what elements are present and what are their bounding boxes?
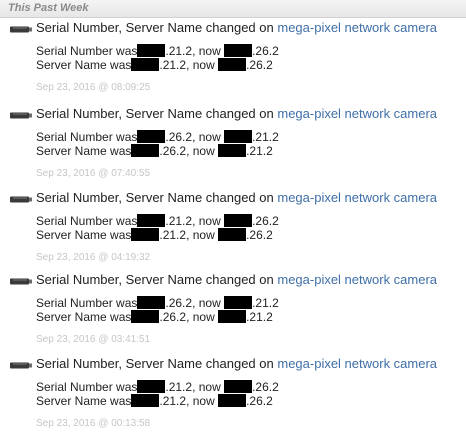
redaction-block bbox=[137, 380, 166, 393]
event-timestamp: Sep 23, 2016 @ 03:41:51 bbox=[36, 334, 151, 345]
event-item: Serial Number, Server Name changed on me… bbox=[0, 356, 466, 442]
redaction-block bbox=[218, 58, 247, 71]
redaction-block bbox=[131, 144, 160, 157]
redaction-block bbox=[218, 310, 247, 323]
network-camera-icon bbox=[10, 196, 32, 203]
network-camera-icon bbox=[10, 26, 32, 33]
redaction-block bbox=[224, 130, 253, 143]
redaction-block bbox=[131, 394, 160, 407]
serial-change-line: Serial Number was .26.2, now .21.2 bbox=[36, 296, 279, 310]
redaction-block bbox=[218, 228, 247, 241]
redaction-block bbox=[224, 380, 253, 393]
device-link[interactable]: mega-pixel network camera bbox=[277, 272, 437, 287]
redaction-block bbox=[137, 296, 166, 309]
network-camera-icon bbox=[10, 112, 32, 119]
event-timestamp: Sep 23, 2016 @ 04:19:32 bbox=[36, 252, 151, 263]
redaction-block bbox=[137, 44, 166, 57]
redaction-block bbox=[131, 228, 160, 241]
serial-change-line: Serial Number was .21.2, now .26.2 bbox=[36, 380, 279, 394]
server-change-line: Server Name was .26.2, now .21.2 bbox=[36, 310, 273, 324]
redaction-block bbox=[131, 310, 160, 323]
event-title: Serial Number, Server Name changed on me… bbox=[36, 106, 438, 121]
event-timestamp: Sep 23, 2016 @ 08:09:25 bbox=[36, 82, 151, 93]
device-link[interactable]: mega-pixel network camera bbox=[277, 106, 437, 121]
redaction-block bbox=[131, 58, 160, 71]
event-title: Serial Number, Server Name changed on me… bbox=[36, 20, 438, 35]
network-camera-icon bbox=[10, 278, 32, 285]
redaction-block bbox=[218, 144, 247, 157]
device-link[interactable]: mega-pixel network camera bbox=[277, 356, 437, 371]
redaction-block bbox=[137, 130, 166, 143]
device-link[interactable]: mega-pixel network camera bbox=[277, 20, 437, 35]
device-link[interactable]: mega-pixel network camera bbox=[277, 190, 437, 205]
network-camera-icon bbox=[10, 362, 32, 369]
serial-change-line: Serial Number was .21.2, now .26.2 bbox=[36, 214, 279, 228]
redaction-block bbox=[224, 214, 253, 227]
redaction-block bbox=[224, 296, 253, 309]
serial-change-line: Serial Number was .21.2, now .26.2 bbox=[36, 44, 279, 58]
event-title: Serial Number, Server Name changed on me… bbox=[36, 272, 438, 287]
event-timestamp: Sep 23, 2016 @ 00:13:58 bbox=[36, 418, 151, 429]
server-change-line: Server Name was .21.2, now .26.2 bbox=[36, 228, 273, 242]
section-header: This Past Week bbox=[0, 0, 466, 18]
redaction-block bbox=[137, 214, 166, 227]
redaction-block bbox=[224, 44, 253, 57]
redaction-block bbox=[218, 394, 247, 407]
server-change-line: Server Name was .26.2, now .21.2 bbox=[36, 144, 273, 158]
event-timestamp: Sep 23, 2016 @ 07:40:55 bbox=[36, 168, 151, 179]
server-change-line: Server Name was .21.2, now .26.2 bbox=[36, 58, 273, 72]
server-change-line: Server Name was .21.2, now .26.2 bbox=[36, 394, 273, 408]
event-item: Serial Number, Server Name changed on me… bbox=[0, 106, 466, 192]
serial-change-line: Serial Number was .26.2, now .21.2 bbox=[36, 130, 279, 144]
event-title: Serial Number, Server Name changed on me… bbox=[36, 190, 438, 205]
section-title: This Past Week bbox=[8, 2, 89, 14]
event-item: Serial Number, Server Name changed on me… bbox=[0, 272, 466, 358]
event-title: Serial Number, Server Name changed on me… bbox=[36, 356, 438, 371]
event-item: Serial Number, Server Name changed on me… bbox=[0, 190, 466, 276]
event-item: Serial Number, Server Name changed on me… bbox=[0, 20, 466, 106]
